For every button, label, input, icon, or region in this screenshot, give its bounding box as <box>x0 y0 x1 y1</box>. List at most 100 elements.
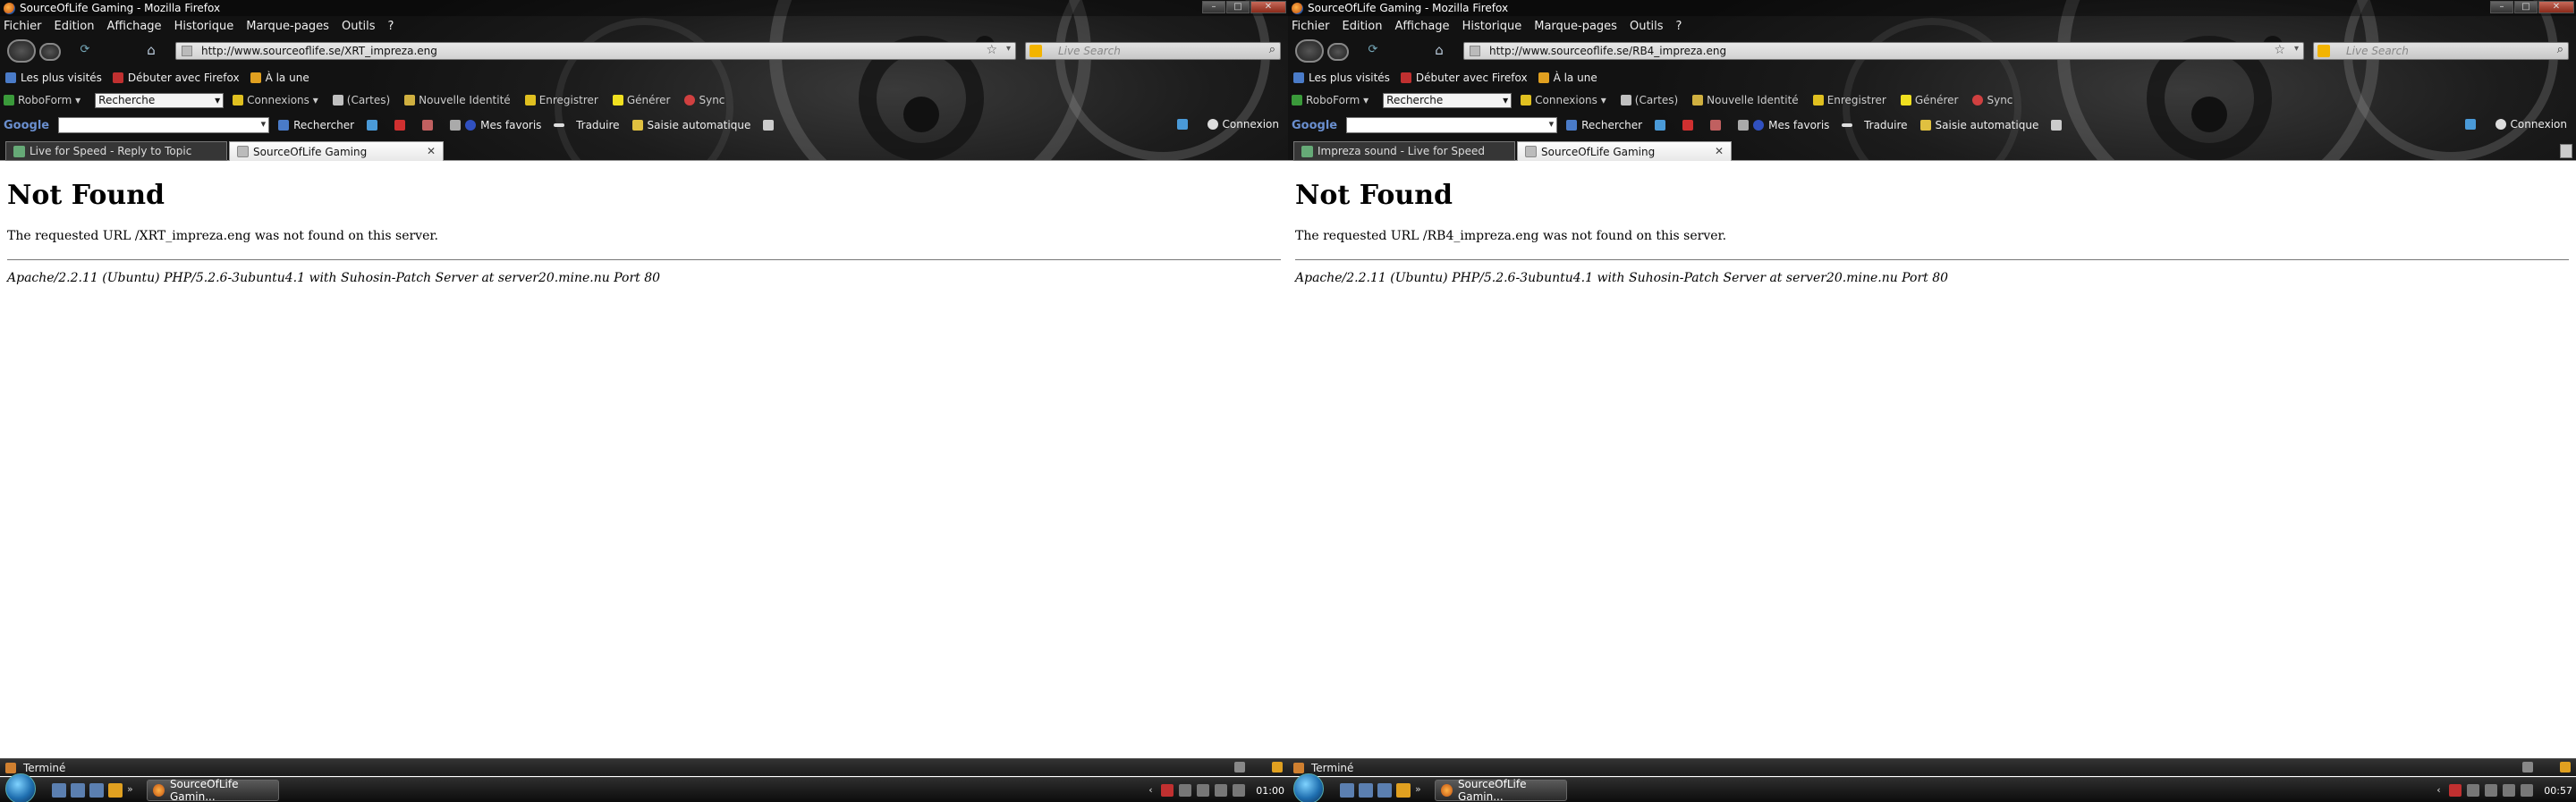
favoris-button[interactable]: Mes favoris <box>1738 119 1829 131</box>
status-panel-icon[interactable] <box>2522 762 2533 772</box>
gmail-button[interactable] <box>394 120 410 131</box>
power-icon[interactable] <box>2521 784 2534 797</box>
maximize-button[interactable]: □ <box>1226 1 1250 13</box>
nouvelle-identite-button[interactable]: Nouvelle Identité <box>1692 94 1799 106</box>
power-icon[interactable] <box>1233 784 1246 797</box>
forward-button[interactable] <box>1327 43 1349 61</box>
close-button[interactable]: ✕ <box>2538 1 2574 13</box>
url-bar[interactable]: http://www.sourceoflife.se/RB4_impreza.e… <box>1463 42 2304 60</box>
start-button[interactable] <box>5 772 36 802</box>
search-icon[interactable]: ⌕ <box>2557 43 2563 56</box>
bookmark-star-icon[interactable]: ☆ <box>986 43 997 57</box>
menu-marque-pages[interactable]: Marque-pages <box>1534 20 1617 33</box>
menu-historique[interactable]: Historique <box>174 20 234 33</box>
rechercher-button[interactable]: Rechercher <box>1566 119 1642 131</box>
reload-icon[interactable]: ⟳ <box>77 43 93 59</box>
menu-edition[interactable]: Edition <box>1343 20 1383 33</box>
traduire-button[interactable]: Traduire <box>1842 119 1908 131</box>
enregistrer-button[interactable]: Enregistrer <box>524 94 598 106</box>
taskbar-item-firefox[interactable]: SourceOfLife Gamin... <box>1435 778 1567 802</box>
saisie-button[interactable]: Saisie automatique <box>631 119 750 131</box>
bookmark-getting-started[interactable]: Débuter avec Firefox <box>112 72 240 84</box>
bookmark-headlines[interactable]: À la une <box>1538 72 1597 84</box>
tray-icon[interactable] <box>1179 784 1192 797</box>
sync-button[interactable]: Sync <box>1972 94 2012 106</box>
menu-help[interactable]: ? <box>1676 20 1682 33</box>
rechercher-button[interactable]: Rechercher <box>278 119 354 131</box>
tab-live-for-speed[interactable]: Live for Speed - Reply to Topic <box>5 141 227 161</box>
firefox-status-icon[interactable] <box>1272 762 1283 772</box>
folder-icon[interactable] <box>1396 782 1411 798</box>
network-icon[interactable] <box>1197 784 1210 797</box>
plus-button[interactable] <box>1655 120 1670 131</box>
generer-button[interactable]: Générer <box>1900 94 1958 106</box>
volume-icon[interactable] <box>2503 784 2516 797</box>
connexions-button[interactable]: Connexions ▾ <box>233 94 318 106</box>
google-search-input[interactable] <box>1346 117 1558 133</box>
chevron-icon[interactable]: » <box>127 783 136 798</box>
bookmark-most-visited[interactable]: Les plus visités <box>1293 72 1390 84</box>
menu-fichier[interactable]: Fichier <box>4 20 42 33</box>
pen-button[interactable] <box>2051 120 2066 131</box>
forward-button[interactable] <box>39 43 61 61</box>
status-panel-icon[interactable] <box>1234 762 1245 772</box>
search-engine-icon[interactable] <box>1030 45 1042 57</box>
pen-button[interactable] <box>763 120 778 131</box>
cartes-button[interactable]: (Cartes) <box>1620 94 1678 106</box>
enregistrer-button[interactable]: Enregistrer <box>1812 94 1886 106</box>
search-bar[interactable]: Live Search ⌕ <box>1025 42 1281 60</box>
switch-windows-icon[interactable] <box>71 782 85 798</box>
home-icon[interactable]: ⌂ <box>143 43 159 59</box>
folder-icon[interactable] <box>108 782 123 798</box>
pagerank-button[interactable] <box>1710 120 1725 131</box>
connexions-button[interactable]: Connexions ▾ <box>1521 94 1606 106</box>
bookmark-most-visited[interactable]: Les plus visités <box>5 72 102 84</box>
generer-button[interactable]: Générer <box>612 94 670 106</box>
plus-button[interactable] <box>367 120 382 131</box>
menu-marque-pages[interactable]: Marque-pages <box>246 20 329 33</box>
search-bar[interactable]: Live Search ⌕ <box>2313 42 2569 60</box>
desktop-icon[interactable] <box>52 782 66 798</box>
minimize-button[interactable]: – <box>1202 1 1225 13</box>
reload-icon[interactable]: ⟳ <box>1365 43 1381 59</box>
url-dropdown-icon[interactable]: ▾ <box>1006 44 1011 54</box>
menu-outils[interactable]: Outils <box>1630 20 1664 33</box>
minimize-button[interactable]: – <box>2490 1 2513 13</box>
home-icon[interactable]: ⌂ <box>1431 43 1447 59</box>
tray-arrow-icon[interactable]: ‹ <box>1148 784 1156 797</box>
menu-affichage[interactable]: Affichage <box>106 20 161 33</box>
roboform-button[interactable]: RoboForm ▾ <box>1292 94 1368 106</box>
search-engine-icon[interactable] <box>2318 45 2330 57</box>
start-button[interactable] <box>1293 772 1324 802</box>
close-tab-icon[interactable]: ✕ <box>427 145 436 157</box>
gmail-button[interactable] <box>1682 120 1698 131</box>
tab-list-button[interactable] <box>2560 144 2572 158</box>
switch-windows-icon[interactable] <box>1359 782 1373 798</box>
traduire-button[interactable]: Traduire <box>554 119 620 131</box>
language-icon[interactable] <box>2449 784 2462 797</box>
tab-impreza-sound[interactable]: Impreza sound - Live for Speed <box>1293 141 1515 161</box>
ie-icon[interactable] <box>89 782 104 798</box>
url-bar[interactable]: http://www.sourceoflife.se/XRT_impreza.e… <box>175 42 1016 60</box>
menu-historique[interactable]: Historique <box>1462 20 1522 33</box>
favoris-button[interactable]: Mes favoris <box>450 119 541 131</box>
menu-outils[interactable]: Outils <box>342 20 376 33</box>
search-icon[interactable]: ⌕ <box>1269 43 1275 56</box>
menu-edition[interactable]: Edition <box>55 20 95 33</box>
roboform-button[interactable]: RoboForm ▾ <box>4 94 80 106</box>
google-search-input[interactable] <box>58 117 270 133</box>
maximize-button[interactable]: □ <box>2514 1 2538 13</box>
taskbar-item-firefox[interactable]: SourceOfLife Gamin... <box>147 778 279 802</box>
menu-affichage[interactable]: Affichage <box>1394 20 1449 33</box>
back-button[interactable] <box>1295 39 1324 63</box>
tray-icon[interactable] <box>2467 784 2480 797</box>
back-button[interactable] <box>7 39 36 63</box>
tab-sourceoflife[interactable]: SourceOfLife Gaming ✕ <box>229 141 444 161</box>
tab-sourceoflife[interactable]: SourceOfLife Gaming ✕ <box>1517 141 1732 161</box>
bookmark-star-icon[interactable]: ☆ <box>2274 43 2285 57</box>
bookmark-headlines[interactable]: À la une <box>250 72 309 84</box>
close-tab-icon[interactable]: ✕ <box>1715 145 1724 157</box>
pagerank-button[interactable] <box>422 120 437 131</box>
sync-button[interactable]: Sync <box>684 94 724 106</box>
bookmark-getting-started[interactable]: Débuter avec Firefox <box>1400 72 1528 84</box>
